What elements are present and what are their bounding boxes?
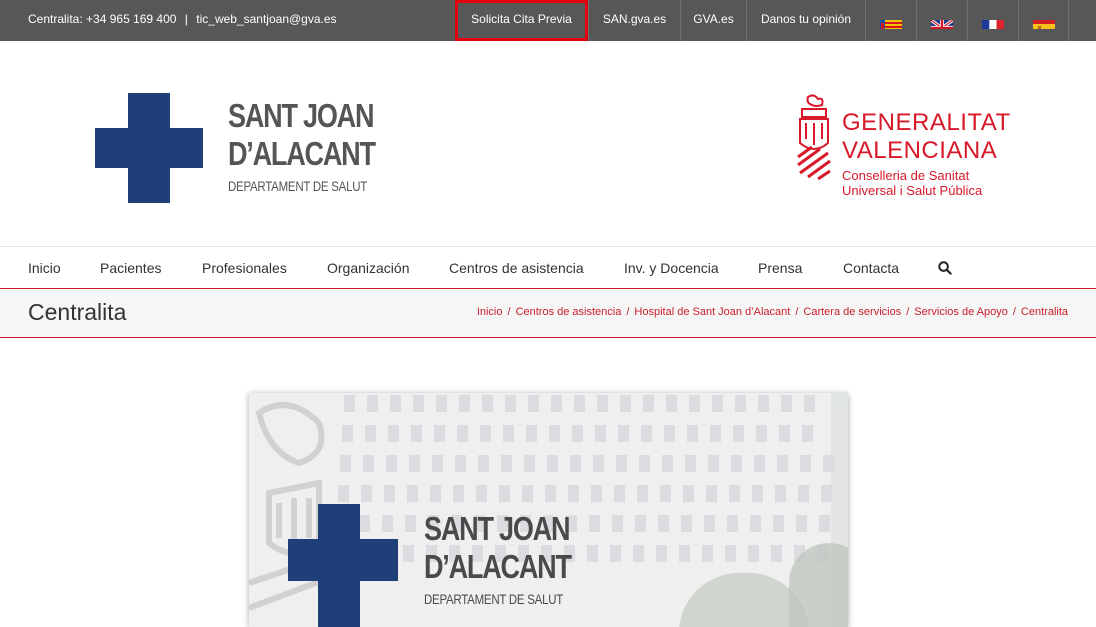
breadcrumb-separator: /	[626, 306, 630, 318]
language-french[interactable]	[967, 0, 1018, 41]
hero-cross-icon-bar	[288, 539, 398, 581]
language-valenciano[interactable]	[865, 0, 916, 41]
generalitat-line-1: GENERALITAT	[842, 109, 1011, 136]
generalitat-emblem-icon	[796, 93, 832, 183]
top-links: Solicita Cita Previa SAN.gva.es GVA.es D…	[455, 0, 1069, 41]
breadcrumb-separator: /	[507, 306, 511, 318]
breadcrumb-item[interactable]: Centros de asistencia	[516, 306, 622, 318]
hero-logo-text: SANT JOAN D’ALACANT DEPARTAMENT DE SALUT	[424, 510, 603, 608]
language-spanish[interactable]	[1018, 0, 1069, 41]
breadcrumb-item[interactable]: Hospital de Sant Joan d’Alacant	[634, 306, 790, 318]
nav-item-docencia[interactable]: Inv. y Docencia	[624, 247, 719, 289]
breadcrumb-separator: /	[795, 306, 799, 318]
hero-logo-line-1: SANT JOAN	[424, 510, 571, 547]
spain-flag-icon	[1032, 13, 1055, 29]
site-logo-text: SANT JOAN D’ALACANT DEPARTAMENT DE SALUT	[228, 97, 407, 195]
generalitat-text: GENERALITAT VALENCIANA Conselleria de Sa…	[842, 109, 1011, 198]
logo-line-2: D’ALACANT	[228, 135, 376, 172]
hero-logo: SANT JOAN D’ALACANT DEPARTAMENT DE SALUT	[288, 504, 578, 627]
opinion-link[interactable]: Danos tu opinión	[746, 0, 865, 41]
generalitat-line-4: Universal i Salut Pública	[842, 183, 983, 198]
nav-item-pacientes[interactable]: Pacientes	[100, 247, 161, 289]
san-gva-link[interactable]: SAN.gva.es	[588, 0, 680, 41]
page-title-bar: Centralita Inicio / Centros de asistencia /…	[0, 289, 1096, 338]
page-title: Centralita	[28, 299, 127, 325]
search-icon[interactable]	[938, 261, 952, 275]
generalitat-line-3: Conselleria de Sanitat	[842, 168, 970, 183]
generalitat-logo[interactable]: GENERALITAT VALENCIANA Conselleria de Sa…	[796, 93, 1016, 203]
uk-flag-icon	[931, 13, 953, 29]
valenciano-flag-icon	[880, 13, 902, 29]
main-nav: Inicio Pacientes Profesionales Organizac…	[0, 246, 1096, 289]
nav-item-organizacion[interactable]: Organización	[327, 247, 410, 289]
nav-item-inicio[interactable]: Inicio	[28, 247, 61, 289]
hero-logo-line-3: DEPARTAMENT DE SALUT	[424, 591, 564, 607]
logo-line-3: DEPARTAMENT DE SALUT	[228, 178, 368, 194]
contact-separator: |	[184, 12, 188, 26]
breadcrumb-item[interactable]: Cartera de servicios	[803, 306, 901, 318]
featured-image: SANT JOAN D’ALACANT DEPARTAMENT DE SALUT	[249, 393, 848, 627]
cita-previa-link[interactable]: Solicita Cita Previa	[455, 0, 588, 41]
breadcrumb-separator: /	[906, 306, 910, 318]
breadcrumb-item[interactable]: Inicio	[477, 306, 503, 318]
gva-link[interactable]: GVA.es	[680, 0, 746, 41]
contact-email-link[interactable]: tic_web_santjoan@gva.es	[196, 12, 336, 26]
cross-icon-bar	[95, 128, 203, 168]
france-flag-icon	[982, 13, 1004, 29]
site-logo[interactable]: SANT JOAN D’ALACANT DEPARTAMENT DE SALUT	[95, 93, 376, 203]
breadcrumb-separator: /	[1012, 306, 1016, 318]
contact-info: Centralita: +34 965 169 400 | tic_web_sa…	[28, 0, 337, 41]
contact-phone: Centralita: +34 965 169 400	[28, 12, 177, 26]
nav-item-prensa[interactable]: Prensa	[758, 247, 802, 289]
nav-item-profesionales[interactable]: Profesionales	[202, 247, 287, 289]
hero-logo-line-2: D’ALACANT	[424, 548, 572, 585]
language-english[interactable]	[916, 0, 967, 41]
nav-item-contacta[interactable]: Contacta	[843, 247, 899, 289]
breadcrumb-item[interactable]: Servicios de Apoyo	[914, 306, 1008, 318]
generalitat-line-2: VALENCIANA	[842, 137, 998, 164]
logo-line-1: SANT JOAN	[228, 97, 375, 134]
nav-item-centros[interactable]: Centros de asistencia	[449, 247, 584, 289]
top-bar: Centralita: +34 965 169 400 | tic_web_sa…	[0, 0, 1096, 41]
breadcrumb: Inicio / Centros de asistencia / Hospital de…	[477, 289, 1068, 336]
breadcrumb-current: Centralita	[1020, 306, 1068, 318]
